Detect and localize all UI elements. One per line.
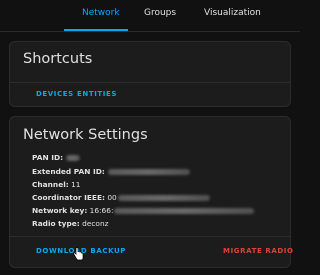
channel-row: Channel: 11 <box>32 180 80 190</box>
network-settings-title: Network Settings <box>23 127 148 143</box>
extended-pan-id-row: Extended PAN ID: <box>32 167 190 177</box>
pan-id-row: PAN ID: <box>32 153 81 163</box>
radio-type-value: deconz <box>82 219 109 228</box>
shortcuts-title: Shortcuts <box>23 51 93 67</box>
extended-pan-id-label: Extended PAN ID: <box>32 167 105 176</box>
card-divider <box>10 236 290 237</box>
entities-button[interactable]: ENTITIES <box>77 90 117 98</box>
tab-groups[interactable]: Groups <box>144 8 176 18</box>
radio-type-label: Radio type: <box>32 219 80 228</box>
devices-button[interactable]: DEVICES <box>36 90 74 98</box>
coordinator-ieee-label: Coordinator IEEE: <box>32 193 105 202</box>
redacted-value <box>107 169 190 175</box>
tab-network[interactable]: Network <box>82 8 120 18</box>
redacted-value <box>117 195 210 201</box>
tab-bar: Network Groups Visualization <box>0 0 300 32</box>
hand-cursor-icon <box>73 247 84 261</box>
redacted-value <box>66 155 81 161</box>
shortcuts-card: Shortcuts DEVICES ENTITIES <box>9 41 291 107</box>
redacted-value <box>114 208 255 214</box>
channel-label: Channel: <box>32 180 69 189</box>
network-key-value: 16:66: <box>89 206 114 215</box>
migrate-radio-button[interactable]: MIGRATE RADIO <box>223 247 294 255</box>
pan-id-label: PAN ID: <box>32 153 64 162</box>
radio-type-row: Radio type: deconz <box>32 219 109 229</box>
coordinator-ieee-value: 00 <box>107 193 117 202</box>
card-divider <box>10 82 290 83</box>
coordinator-ieee-row: Coordinator IEEE: 00 <box>32 193 210 203</box>
network-key-label: Network key: <box>32 206 88 215</box>
tab-bar-divider <box>0 31 300 32</box>
channel-value: 11 <box>71 180 81 189</box>
tab-visualization[interactable]: Visualization <box>204 8 261 18</box>
network-key-row: Network key: 16:66: <box>32 206 255 216</box>
network-settings-card: Network Settings PAN ID: Extended PAN ID… <box>9 116 294 268</box>
